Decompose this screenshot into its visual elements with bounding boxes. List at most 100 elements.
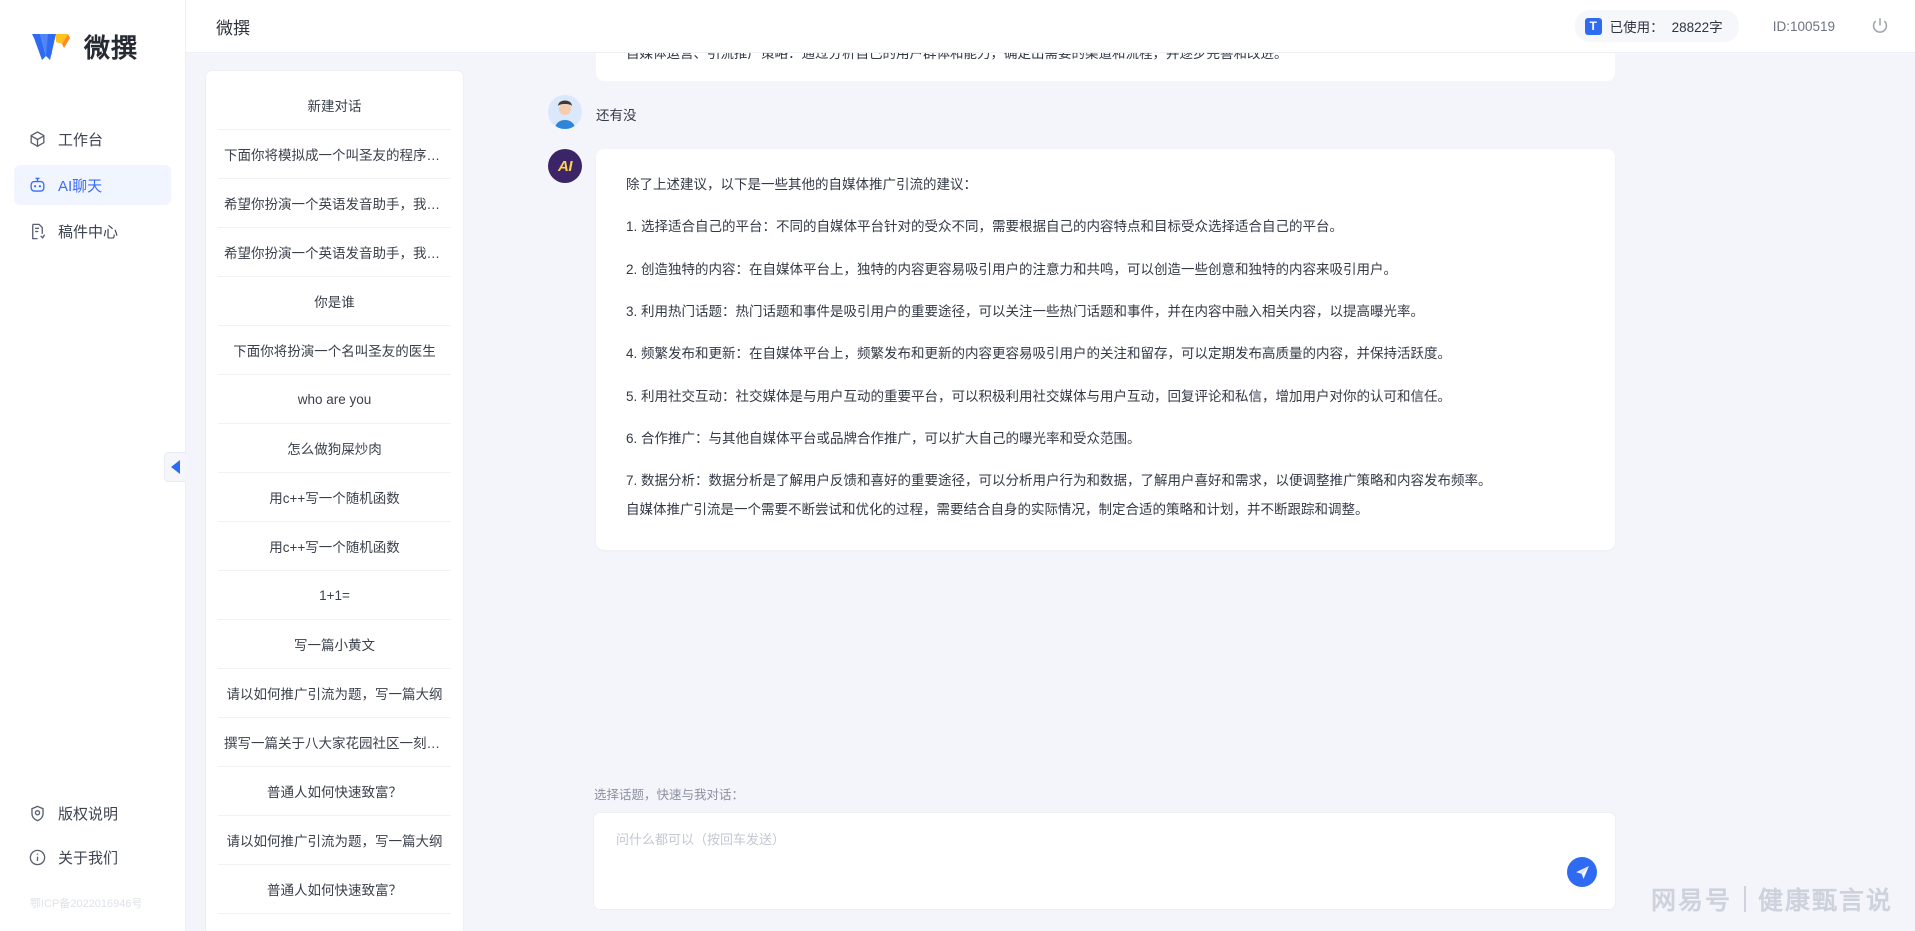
conversation-item[interactable]: 怎么做狗屎炒肉 xyxy=(218,424,451,473)
user-avatar-icon xyxy=(548,95,582,129)
composer-box xyxy=(594,813,1615,909)
conversation-item-label: 撰写一篇关于八大家花园社区一刻钟便民生... xyxy=(224,736,445,751)
conversation-list: 新建对话 下面你将模拟成一个叫圣友的程序员，我说... 希望你扮演一个英语发音助手… xyxy=(206,71,463,931)
sidebar-item-drafts[interactable]: 稿件中心 xyxy=(14,211,171,251)
sidebar-collapse-button[interactable] xyxy=(164,452,186,482)
truncated-message-bubble: 自媒体运营、引流推广策略：通过分析自己的用户群体和能力，确定出需要的渠道和流程，… xyxy=(596,53,1615,81)
message-scroll-area[interactable]: 自媒体运营、引流推广策略：通过分析自己的用户群体和能力，确定出需要的渠道和流程，… xyxy=(488,53,1915,766)
conversation-item-label: 写一篇小黄文 xyxy=(294,638,375,653)
conversation-item-label: 普通人如何快速致富？ xyxy=(267,883,402,898)
sidebar-item-label: 工作台 xyxy=(58,131,104,149)
conversation-item[interactable]: 希望你扮演一个英语发音助手，我提供给你... xyxy=(218,179,451,228)
conversation-item[interactable]: who are you xyxy=(218,375,451,424)
conversation-item[interactable]: 1+1= xyxy=(218,571,451,620)
truncated-message-text: 自媒体运营、引流推广策略：通过分析自己的用户群体和能力，确定出需要的渠道和流程，… xyxy=(626,53,1288,61)
conversation-item-label: 请以如何推广引流为题，写一篇大纲 xyxy=(226,687,443,702)
conversation-item[interactable]: 普通人如何快速致富？ xyxy=(218,865,451,914)
ai-message-point: 6. 合作推广：与其他自媒体平台或品牌合作推广，可以扩大自己的曝光率和受众范围。 xyxy=(626,431,1141,447)
power-icon[interactable] xyxy=(1869,15,1891,37)
info-icon xyxy=(28,848,47,867)
text-count-icon: T xyxy=(1584,17,1602,35)
conversation-item[interactable]: 普通人如何快速致富？ xyxy=(218,767,451,816)
conversation-item-label: 用c++写一个随机函数 xyxy=(269,540,400,555)
ai-message-point: 2. 创造独特的内容：在自媒体平台上，独特的内容更容易吸引用户的注意力和共鸣，可… xyxy=(626,261,1398,277)
new-chat-label: 新建对话 xyxy=(307,99,362,114)
watermark-divider xyxy=(1743,886,1746,912)
ai-message-point: 7. 数据分析：数据分析是了解用户反馈和喜好的重要途径，可以分析用户行为和数据，… xyxy=(626,473,1492,489)
conversation-item[interactable]: 希望你扮演一个英语发音助手，我提供给你... xyxy=(218,228,451,277)
conversation-item-label: 普通人如何快速致富？ xyxy=(267,785,402,800)
conversation-item-label: 你是谁 xyxy=(314,295,355,310)
w-logo-icon xyxy=(30,30,76,64)
conversation-item-label: 1+1= xyxy=(319,587,350,603)
sidebar-item-about[interactable]: 关于我们 xyxy=(14,837,171,877)
left-sidebar: 微撰 工作台 AI聊天 稿件中心 版权说明 关于我们 鄂ICP备20220169… xyxy=(0,0,186,931)
brand-logo: 微撰 xyxy=(0,0,185,65)
send-button[interactable] xyxy=(1567,857,1597,887)
conversation-list-panel: 新建对话 下面你将模拟成一个叫圣友的程序员，我说... 希望你扮演一个英语发音助手… xyxy=(186,53,478,931)
sidebar-item-workbench[interactable]: 工作台 xyxy=(14,119,171,159)
chevron-left-icon xyxy=(171,460,180,474)
sidebar-item-label: AI聊天 xyxy=(58,177,103,195)
sidebar-item-copyright[interactable]: 版权说明 xyxy=(14,793,171,833)
page-title: 微撰 xyxy=(216,18,250,38)
user-id-text: ID:100519 xyxy=(1772,18,1835,34)
ai-message-point: 5. 利用社交互动：社交媒体是与用户互动的重要平台，可以积极利用社交媒体与用户互… xyxy=(626,388,1452,404)
conversation-item-label: 怎么做狗屎炒肉 xyxy=(287,442,382,457)
watermark-right-text: 健康甄言说 xyxy=(1757,887,1893,915)
conversation-item[interactable]: 请以如何推广引流为题，写一篇大纲 xyxy=(218,816,451,865)
icp-license-text: 鄂ICP备2022016946号 xyxy=(30,898,143,910)
ai-message-point: 1. 选择适合自己的平台：不同的自媒体平台针对的受众不同，需要根据自己的内容特点… xyxy=(626,219,1344,235)
workbench-icon xyxy=(28,130,47,149)
composer-label: 选择话题，快速与我对话： xyxy=(594,788,745,802)
conversation-item-label: who are you xyxy=(297,391,372,407)
sidebar-footer-nav: 版权说明 关于我们 鄂ICP备2022016946号 xyxy=(0,793,185,931)
conversation-item[interactable]: 用c++写一个随机函数 xyxy=(218,473,451,522)
conversation-item-label: 下面你将模拟成一个叫圣友的程序员，我说... xyxy=(224,148,445,163)
sidebar-item-label: 关于我们 xyxy=(58,849,119,867)
conversation-item[interactable]: 下面你将模拟成一个叫圣友的程序员，我说... xyxy=(218,130,451,179)
sidebar-item-label: 版权说明 xyxy=(58,805,119,823)
conversation-item[interactable]: 撰写一篇关于八大家花园社区一刻钟便民生... xyxy=(218,718,451,767)
robot-icon xyxy=(28,176,47,195)
ai-message-closing: 自媒体推广引流是一个需要不断尝试和优化的过程，需要结合自身的实际情况，制定合适的… xyxy=(626,501,1369,517)
conversation-item-label: 请以如何推广引流为题，写一篇大纲 xyxy=(226,834,443,849)
ai-message-point: 3. 利用热门话题：热门话题和事件是吸引用户的重要途径，可以关注一些热门话题和事… xyxy=(626,304,1425,320)
app-root: 微撰 工作台 AI聊天 稿件中心 版权说明 关于我们 鄂ICP备20220169… xyxy=(0,0,1915,931)
user-message-row: 还有没 xyxy=(548,95,1615,133)
content-area: 新建对话 下面你将模拟成一个叫圣友的程序员，我说... 希望你扮演一个英语发音助手… xyxy=(186,53,1915,931)
conversation-item[interactable]: 请以如何推广引流为题，写一篇大纲 xyxy=(218,669,451,718)
topbar-actions: T 已使用： 28822字 ID:100519 xyxy=(1574,10,1891,42)
conversation-item[interactable]: 你是谁 xyxy=(218,277,451,326)
conversation-item-label: 希望你扮演一个英语发音助手，我提供给你... xyxy=(224,246,445,261)
ai-message-point: 4. 频繁发布和更新：在自媒体平台上，频繁发布和更新的内容更容易吸引用户的关注和… xyxy=(626,346,1452,362)
user-message-text: 还有没 xyxy=(596,108,637,123)
ai-avatar-icon: AI xyxy=(548,149,582,183)
new-chat-button[interactable]: 新建对话 xyxy=(218,81,451,130)
conversation-item[interactable]: 下面你将扮演一个名叫圣友的医生 xyxy=(218,326,451,375)
conversation-item[interactable]: 写一篇小黄文 xyxy=(218,620,451,669)
sidebar-nav: 工作台 AI聊天 稿件中心 xyxy=(0,119,185,251)
usage-label: 已使用： xyxy=(1609,20,1664,35)
conversation-item-label: 希望你扮演一个英语发音助手，我提供给你... xyxy=(224,197,445,212)
top-bar: 微撰 T 已使用： 28822字 ID:100519 xyxy=(186,0,1915,53)
message-input[interactable] xyxy=(594,813,1615,909)
watermark-left-text: 网易号 xyxy=(1650,887,1732,915)
conversation-item-label: 下面你将扮演一个名叫圣友的医生 xyxy=(233,344,436,359)
send-plane-icon xyxy=(1575,865,1589,879)
conversation-item[interactable]: 用c++写一个随机函数 xyxy=(218,522,451,571)
main-column: 微撰 T 已使用： 28822字 ID:100519 新建对话 下面你将模拟成一… xyxy=(186,0,1915,931)
chat-column: 自媒体运营、引流推广策略：通过分析自己的用户群体和能力，确定出需要的渠道和流程，… xyxy=(478,53,1915,931)
ai-avatar-label: AI xyxy=(558,157,573,175)
ai-message-intro: 除了上述建议，以下是一些其他的自媒体推广引流的建议： xyxy=(626,177,977,192)
document-icon xyxy=(28,222,47,241)
usage-value: 28822字 xyxy=(1671,20,1723,35)
sidebar-item-label: 稿件中心 xyxy=(58,223,119,241)
ai-message-row: AI 除了上述建议，以下是一些其他的自媒体推广引流的建议： 1. 选择适合自己的… xyxy=(548,149,1615,551)
sidebar-item-ai-chat[interactable]: AI聊天 xyxy=(14,165,171,205)
ai-message-bubble: 除了上述建议，以下是一些其他的自媒体推广引流的建议： 1. 选择适合自己的平台：… xyxy=(596,149,1615,551)
shield-icon xyxy=(28,804,47,823)
conversation-item-label: 用c++写一个随机函数 xyxy=(269,491,400,506)
usage-badge[interactable]: T 已使用： 28822字 xyxy=(1574,10,1739,42)
brand-name: 微撰 xyxy=(84,33,139,63)
